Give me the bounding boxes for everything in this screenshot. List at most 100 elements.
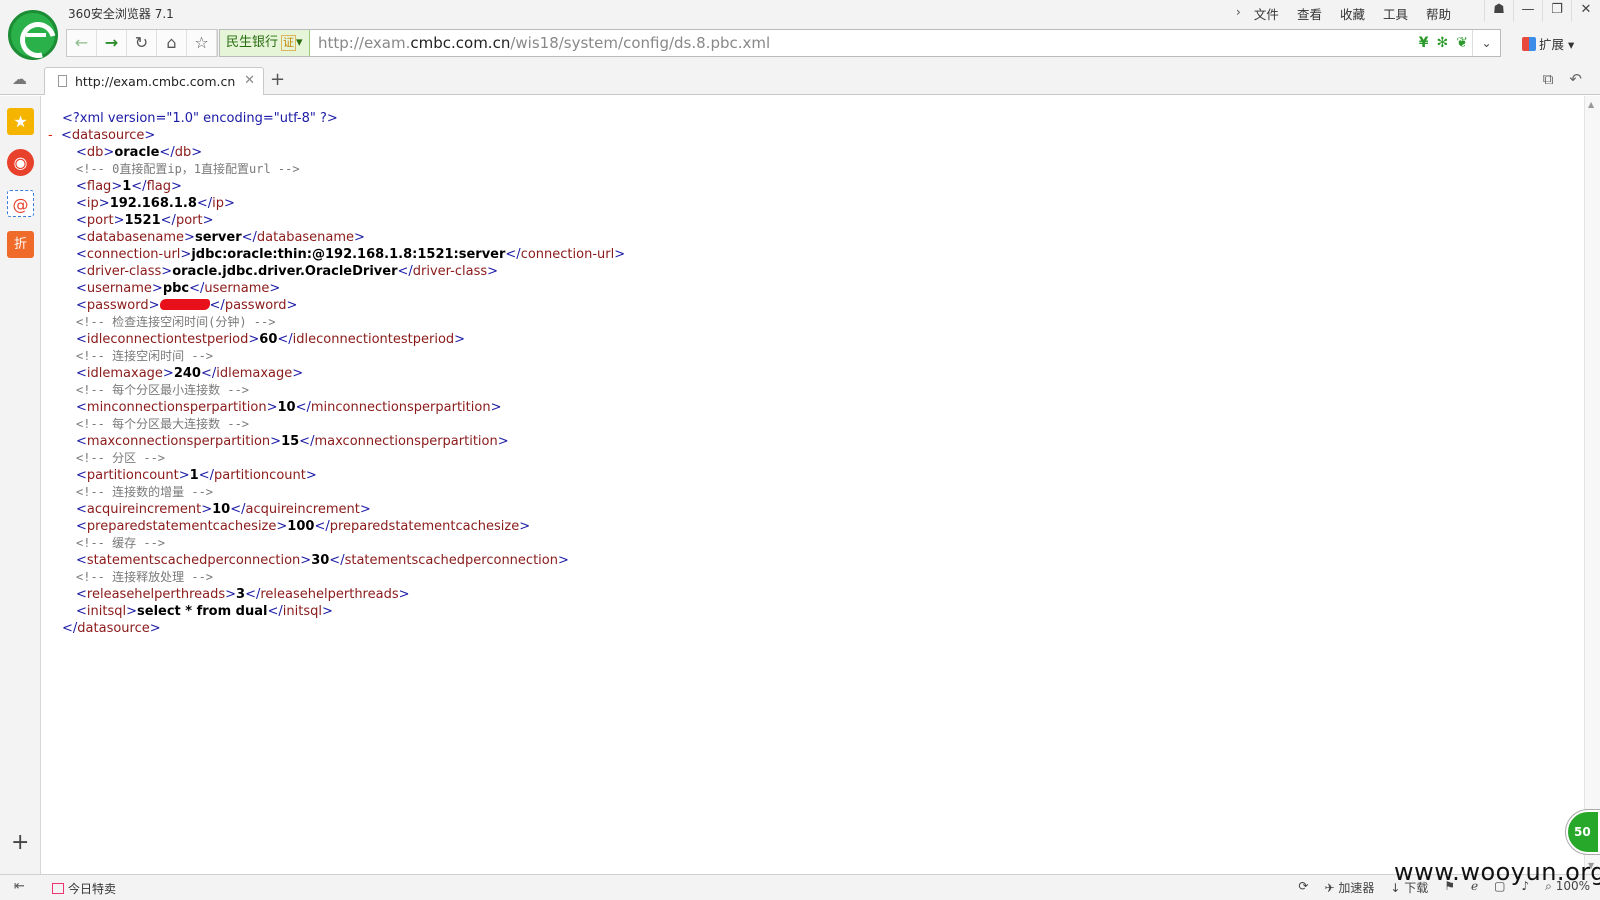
tag-name: ip xyxy=(86,196,99,211)
tag-name: driver-class xyxy=(86,264,162,279)
restore-window-icon[interactable]: ⧉ xyxy=(1543,70,1554,88)
star-bookmark-icon[interactable]: ☆ xyxy=(187,30,217,56)
menu-favorites[interactable]: 收藏 xyxy=(1331,4,1374,23)
end-close-bracket: > xyxy=(191,145,203,160)
favorites-star-icon[interactable]: ★ xyxy=(7,108,34,135)
end-tag-name: db xyxy=(174,145,192,160)
xml-element-databasename: <databasename>server</databasename> xyxy=(48,229,625,246)
close-bracket: > xyxy=(111,179,123,194)
end-tag-name: driver-class xyxy=(412,264,488,279)
end-close-bracket: > xyxy=(202,213,214,228)
xml-element-connection-url: <connection-url>jdbc:oracle:thin:@192.16… xyxy=(48,246,625,263)
today-deals-button[interactable]: 今日特卖 xyxy=(52,880,116,897)
home-icon[interactable]: ⌂ xyxy=(157,30,187,56)
browser-logo-icon[interactable] xyxy=(8,10,58,60)
maximize-button[interactable]: ❐ xyxy=(1542,0,1571,22)
end-open-bracket: </ xyxy=(267,604,283,619)
close-bracket: > xyxy=(276,519,288,534)
extensions-button[interactable]: 扩展 ▾ xyxy=(1522,34,1574,53)
app-title: 360安全浏览器 7.1 xyxy=(68,7,174,21)
address-bar[interactable]: 民生银行证 ▾ http://exam.cmbc.com.cn/wis18/sys… xyxy=(219,29,1501,57)
undo-close-icon[interactable]: ↶ xyxy=(1569,70,1582,88)
element-value: oracle xyxy=(114,145,160,160)
root-tag-close: datasource xyxy=(77,621,150,636)
security-shield-icon[interactable]: ✻ xyxy=(1437,30,1449,56)
leaf-icon[interactable]: ❦ xyxy=(1456,30,1468,56)
element-value: oracle.jdbc.driver.OracleDriver xyxy=(172,264,398,279)
weibo-icon[interactable]: ◉ xyxy=(7,149,34,176)
accelerator-button[interactable]: ✈ 加速器 xyxy=(1324,879,1374,896)
xml-declaration-text: <?xml version="1.0" encoding="utf-8" ?> xyxy=(62,111,338,126)
skin-icon[interactable]: ☗ xyxy=(1484,0,1513,22)
end-open-bracket: </ xyxy=(314,519,330,534)
menu-file[interactable]: 文件 xyxy=(1245,4,1288,23)
tag-name: statementscachedperconnection xyxy=(86,553,301,568)
open-bracket: < xyxy=(76,247,87,262)
yen-icon[interactable]: ¥ xyxy=(1419,30,1429,56)
collapse-toggle[interactable]: - xyxy=(48,127,61,144)
title-bar: 360安全浏览器 7.1 › 文件 查看 收藏 工具 帮助 ☗ — ❐ ✕ xyxy=(0,0,1600,24)
end-tag-name: maxconnectionsperpartition xyxy=(314,434,498,449)
accelerator-label: 加速器 xyxy=(1338,881,1375,895)
close-bracket: > xyxy=(201,502,213,517)
url-text[interactable]: http://exam.cmbc.com.cn/wis18/system/con… xyxy=(318,30,770,56)
close-tab-icon[interactable]: ✕ xyxy=(244,73,255,88)
open-bracket: < xyxy=(76,213,87,228)
mail-icon[interactable]: @ xyxy=(7,190,34,217)
xml-comment: <!-- 连接数的增量 --> xyxy=(48,484,625,501)
end-open-bracket: </ xyxy=(196,196,213,211)
xml-comment: <!-- 连接空闲时间 --> xyxy=(48,348,625,365)
watermark: www.wooyun.org xyxy=(1394,858,1600,886)
element-value: pbc xyxy=(162,281,190,296)
tab-active[interactable]: http://exam.cmbc.com.cn/wis18/system/con… xyxy=(44,67,264,95)
add-sidebar-item-icon[interactable]: + xyxy=(11,832,29,854)
menu-tools[interactable]: 工具 xyxy=(1374,4,1417,23)
gift-icon xyxy=(52,883,64,894)
history-icon[interactable]: ⟳ xyxy=(1298,879,1308,896)
tag-name: partitioncount xyxy=(86,468,179,483)
collapse-sidebar-icon[interactable]: ⇤ xyxy=(14,879,25,894)
element-value: jdbc:oracle:thin:@192.168.1.8:1521:serve… xyxy=(191,247,506,262)
chevron-down-icon[interactable]: ⌄ xyxy=(1472,30,1500,56)
menu-help[interactable]: 帮助 xyxy=(1417,4,1460,23)
close-bracket: > xyxy=(113,213,125,228)
end-close-bracket: > xyxy=(454,332,466,347)
open-bracket: < xyxy=(76,230,87,245)
discount-icon[interactable]: 折 xyxy=(7,231,34,258)
tag-name: password xyxy=(86,298,149,313)
root-tag: datasource xyxy=(71,128,145,143)
tag-name: port xyxy=(86,213,114,228)
element-value: 100 xyxy=(287,519,315,534)
tag-name: minconnectionsperpartition xyxy=(86,400,267,415)
end-open-bracket: </ xyxy=(505,247,521,262)
element-value: 15 xyxy=(281,434,300,449)
menu-chevron-icon[interactable]: › xyxy=(1227,4,1245,23)
element-value: 1521 xyxy=(124,213,161,228)
end-close-bracket: > xyxy=(224,196,235,211)
close-bracket: > xyxy=(151,281,163,296)
end-tag-name: ip xyxy=(212,196,225,211)
cloud-icon[interactable]: ☁ xyxy=(12,70,27,88)
forward-arrow-icon[interactable]: → xyxy=(97,30,127,56)
close-bracket: > xyxy=(225,587,237,602)
close-window-button[interactable]: ✕ xyxy=(1571,0,1600,22)
minimize-button[interactable]: — xyxy=(1513,0,1542,22)
end-open-bracket: </ xyxy=(131,179,147,194)
new-tab-button[interactable]: + xyxy=(270,69,285,90)
end-close-bracket: > xyxy=(490,400,502,415)
tab-tools: ⧉ ↶ xyxy=(1543,70,1582,88)
refresh-icon[interactable]: ↻ xyxy=(127,30,157,56)
xml-element-partitioncount: <partitioncount>1</partitioncount> xyxy=(48,467,625,484)
scroll-up-icon[interactable]: ▲ xyxy=(1588,100,1594,109)
end-close-bracket: > xyxy=(170,179,182,194)
end-tag-name: databasename xyxy=(256,230,355,245)
open-bracket: < xyxy=(76,604,87,619)
comment-text: <!-- 分区 --> xyxy=(76,451,166,465)
back-arrow-icon[interactable]: ← xyxy=(67,30,97,56)
end-open-bracket: </ xyxy=(159,145,175,160)
vertical-scrollbar[interactable]: ▲ ▼ xyxy=(1584,96,1600,874)
comment-text: <!-- 连接数的增量 --> xyxy=(76,485,214,499)
site-identity-badge[interactable]: 民生银行证 ▾ xyxy=(220,30,310,56)
menu-view[interactable]: 查看 xyxy=(1288,4,1331,23)
tag-name: idleconnectiontestperiod xyxy=(86,332,249,347)
